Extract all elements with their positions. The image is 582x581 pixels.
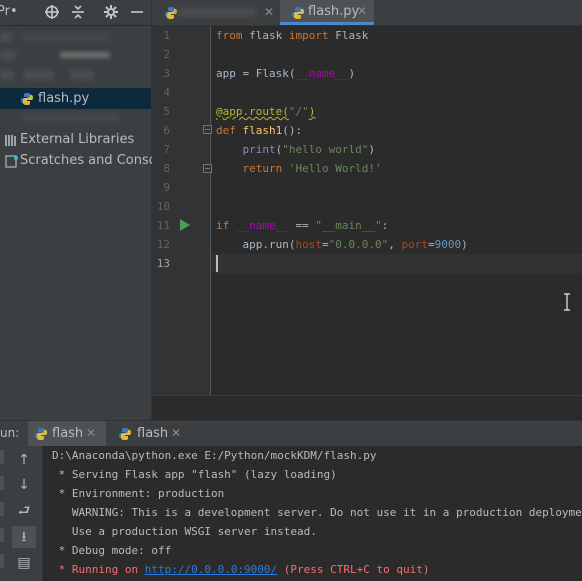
fold-icon[interactable]: [203, 164, 212, 173]
console-line: D:\Anaconda\python.exe E:/Python/mockKDM…: [52, 449, 377, 462]
tab-flash-py[interactable]: flash.py ✕: [280, 0, 374, 25]
collapse-all-icon[interactable]: [70, 4, 86, 20]
run-side-button[interactable]: [0, 476, 4, 490]
blurred-tree-row: [0, 70, 14, 80]
running-suffix: (Press CTRL+C to quit): [277, 563, 430, 576]
code-line: print("hello world"): [242, 143, 375, 156]
python-run-icon: [119, 428, 131, 440]
tree-item-label: External Libraries: [20, 132, 135, 147]
text-cursor-icon: [564, 293, 570, 311]
run-panel-header: un: flash ✕ flash ✕: [0, 420, 582, 447]
console-line-running: * Running on http://0.0.0.0:9000/ (Press…: [52, 560, 430, 579]
run-side-button[interactable]: [0, 450, 4, 464]
blurred-tree-row: [0, 32, 12, 42]
code-line: app.run(host="0.0.0.0", port=9000): [216, 238, 468, 251]
soft-wrap-icon[interactable]: ⮐: [12, 500, 36, 522]
text-caret: [216, 255, 218, 272]
scroll-down-icon[interactable]: ↓: [12, 474, 36, 496]
run-tab-flash[interactable]: flash ✕: [112, 421, 192, 446]
project-panel-title[interactable]: Pr•: [0, 4, 18, 19]
run-tab-flash-active[interactable]: flash ✕: [28, 421, 106, 446]
console-line: * Debug mode: off: [52, 544, 172, 557]
run-tab-label: flash: [52, 426, 84, 441]
close-icon[interactable]: ✕: [264, 0, 274, 25]
line-number: 2: [163, 48, 170, 61]
tree-item-label: flash.py: [38, 91, 90, 106]
editor-bottom-area: [152, 395, 582, 421]
code-line: return 'Hello World!': [242, 162, 382, 175]
run-side-button[interactable]: [0, 554, 4, 568]
line-number: 6: [163, 124, 170, 137]
code-editor[interactable]: from flask import Flask app = Flask(__na…: [216, 26, 582, 395]
line-number: 8: [163, 162, 170, 175]
code-line: from flask import Flask: [216, 29, 369, 42]
editor-tab-bar: ✕ flash.py ✕: [152, 0, 582, 26]
blurred-tree-row: [24, 70, 54, 80]
line-number: 5: [163, 105, 170, 118]
python-run-icon: [35, 428, 47, 440]
fold-icon[interactable]: [203, 125, 212, 134]
editor-gutter: 1 2 3 4 5 6 7 8 9 10 11 12 13: [152, 26, 212, 395]
blurred-tree-row: [70, 70, 94, 80]
code-line: def flash1():: [216, 124, 303, 137]
run-side-button[interactable]: [0, 528, 4, 542]
console-line: * Environment: production: [52, 487, 225, 500]
line-number: 9: [163, 181, 170, 194]
minimize-icon[interactable]: [129, 4, 145, 20]
blurred-tree-row: [60, 52, 110, 58]
running-prefix: * Running on: [52, 563, 145, 576]
close-icon[interactable]: ✕: [171, 421, 181, 446]
gear-icon[interactable]: [103, 4, 119, 20]
scroll-to-end-icon[interactable]: ⭳: [12, 526, 36, 548]
code-line: app = Flask(__name__): [216, 67, 356, 80]
run-tab-label: flash: [137, 426, 169, 441]
code-line: if __name__ == "__main__":: [216, 219, 389, 232]
library-icon: [5, 135, 16, 146]
tree-item-label: Scratches and Console: [20, 153, 169, 168]
line-number: 13: [156, 257, 170, 270]
blurred-tree-row: [0, 50, 16, 60]
line-number: 3: [163, 67, 170, 80]
locate-icon[interactable]: [44, 4, 60, 20]
blurred-tree-row: [20, 33, 110, 41]
line-number: 11: [156, 219, 170, 232]
close-icon[interactable]: ✕: [86, 421, 96, 446]
project-panel: Pr• flash.py External Libraries Scratche…: [0, 0, 168, 420]
close-icon[interactable]: ✕: [357, 0, 367, 24]
line-number: 4: [163, 86, 170, 99]
scroll-up-icon[interactable]: ↑: [12, 449, 36, 471]
tab-blurred[interactable]: ✕: [152, 0, 280, 25]
console-line: Use a production WSGI server instead.: [52, 525, 317, 538]
run-toolbar: ↑ ↓ ⮐ ⭳ ▤: [0, 446, 43, 581]
scratches-icon: [5, 155, 18, 168]
line-number: 1: [163, 29, 170, 42]
line-number: 10: [156, 200, 170, 213]
code-line: @app.route("/"): [216, 105, 316, 118]
line-number: 7: [163, 143, 170, 156]
run-console[interactable]: D:\Anaconda\python.exe E:/Python/mockKDM…: [43, 446, 582, 581]
run-label: un:: [0, 426, 20, 440]
python-file-icon: [292, 7, 304, 19]
console-line: * Serving Flask app "flash" (lazy loadin…: [52, 468, 337, 481]
blurred-tab-label: [176, 8, 256, 17]
line-number: 12: [156, 238, 170, 251]
run-gutter-icon[interactable]: [180, 219, 190, 231]
console-line: WARNING: This is a development server. D…: [52, 506, 582, 519]
print-icon[interactable]: ▤: [12, 552, 36, 574]
run-side-button[interactable]: [0, 502, 4, 516]
python-file-icon: [21, 93, 33, 105]
server-url-link[interactable]: http://0.0.0.0:9000/: [145, 563, 277, 576]
blurred-tree-row: [20, 113, 120, 121]
project-toolbar: Pr•: [0, 0, 151, 26]
tab-label: flash.py: [308, 4, 360, 19]
